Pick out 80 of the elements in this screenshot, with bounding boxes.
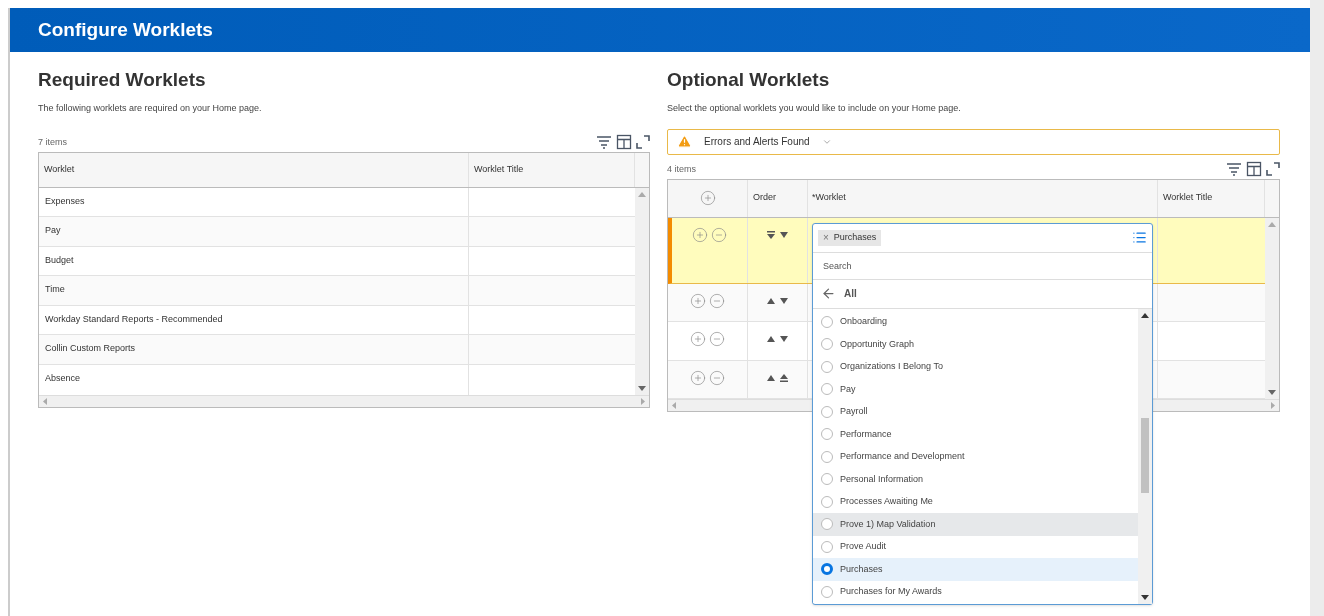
filter-icon[interactable] bbox=[596, 134, 612, 149]
radio-button[interactable] bbox=[821, 495, 833, 508]
move-bottom-icon[interactable] bbox=[779, 373, 789, 382]
add-row-icon[interactable] bbox=[690, 292, 706, 309]
radio-button[interactable] bbox=[821, 540, 833, 553]
radio-button[interactable] bbox=[821, 360, 833, 373]
list-icon[interactable] bbox=[1132, 230, 1147, 245]
alert-text: Errors and Alerts Found bbox=[704, 135, 810, 149]
section-title: Optional Worklets bbox=[667, 68, 831, 92]
section-description: The following worklets are required on your Home page. bbox=[38, 102, 263, 115]
filter-icon[interactable] bbox=[1226, 161, 1242, 176]
scroll-left-icon[interactable] bbox=[672, 402, 676, 409]
scroll-left-icon[interactable] bbox=[43, 397, 47, 405]
add-row-icon[interactable] bbox=[690, 369, 706, 386]
column-header: *Worklet bbox=[808, 179, 1158, 217]
scrollbar-thumb[interactable] bbox=[1141, 417, 1149, 493]
add-row-icon[interactable] bbox=[690, 331, 706, 347]
vertical-scrollbar[interactable] bbox=[1138, 308, 1152, 604]
table-cell: Absence bbox=[39, 365, 469, 395]
vertical-scrollbar[interactable] bbox=[1265, 217, 1279, 399]
radio-button[interactable] bbox=[821, 338, 833, 351]
move-up-icon[interactable] bbox=[766, 373, 776, 382]
fullscreen-icon[interactable] bbox=[1266, 161, 1280, 176]
table-cell: Budget bbox=[39, 246, 469, 276]
remove-row-icon[interactable] bbox=[709, 369, 725, 386]
option-item[interactable]: Prove 1) Map Validation bbox=[813, 513, 1138, 536]
radio-button[interactable] bbox=[821, 315, 833, 328]
radio-button[interactable] bbox=[821, 563, 833, 576]
selected-chip[interactable]: × Purchases bbox=[818, 229, 882, 246]
radio-button[interactable] bbox=[821, 405, 833, 418]
item-count: 7 items bbox=[38, 136, 67, 149]
item-count: 4 items bbox=[667, 163, 696, 176]
page-scrollbar[interactable] bbox=[1310, 0, 1324, 616]
radio-button[interactable] bbox=[821, 428, 833, 441]
remove-row-icon[interactable] bbox=[709, 331, 725, 347]
remove-row-icon[interactable] bbox=[711, 226, 727, 243]
selected-values-field[interactable]: × Purchases bbox=[813, 223, 1152, 253]
table-cell: Time bbox=[39, 276, 469, 305]
add-row-icon[interactable] bbox=[692, 226, 708, 243]
warning-icon bbox=[677, 134, 692, 149]
scroll-down-icon[interactable] bbox=[1141, 594, 1149, 600]
move-down-icon[interactable] bbox=[779, 230, 789, 239]
radio-button[interactable] bbox=[821, 518, 833, 531]
column-header: Worklet bbox=[39, 152, 469, 187]
option-item[interactable]: Purchases bbox=[813, 558, 1138, 581]
columns-icon[interactable] bbox=[1246, 160, 1262, 177]
page-title: Configure Worklets bbox=[38, 17, 213, 42]
table-cell: Pay bbox=[39, 217, 469, 246]
scroll-right-icon[interactable] bbox=[1271, 402, 1275, 409]
chip-remove[interactable]: × bbox=[823, 230, 829, 245]
radio-button[interactable] bbox=[821, 585, 833, 598]
chip-label: Purchases bbox=[833, 230, 877, 244]
vertical-scrollbar[interactable] bbox=[635, 187, 649, 395]
scroll-right-icon[interactable] bbox=[641, 397, 645, 405]
columns-icon[interactable] bbox=[616, 133, 632, 150]
table-cell: Expenses bbox=[39, 187, 469, 217]
scroll-up-icon[interactable] bbox=[1141, 312, 1149, 318]
back-link[interactable]: All bbox=[813, 279, 1152, 309]
column-header: Order bbox=[748, 179, 808, 217]
table-cell: Workday Standard Reports - Recommended bbox=[39, 305, 469, 335]
column-header: Worklet Title bbox=[469, 152, 635, 187]
section-description: Select the optional worklets you would like to include on your Home page. bbox=[667, 102, 962, 115]
remove-row-icon[interactable] bbox=[709, 292, 725, 309]
radio-button[interactable] bbox=[821, 450, 833, 463]
move-up-icon[interactable] bbox=[766, 335, 776, 343]
move-up-icon[interactable] bbox=[766, 296, 776, 305]
fullscreen-icon[interactable] bbox=[636, 134, 650, 149]
table-cell: Collin Custom Reports bbox=[39, 335, 469, 365]
scroll-down-icon[interactable] bbox=[638, 385, 646, 391]
alert-banner[interactable]: Errors and Alerts Found bbox=[667, 128, 1280, 155]
scroll-down-icon[interactable] bbox=[1268, 390, 1276, 395]
search-field[interactable]: Search bbox=[813, 252, 1152, 280]
add-row-icon[interactable] bbox=[699, 190, 716, 206]
section-title: Required Worklets bbox=[38, 68, 207, 92]
move-top-icon[interactable] bbox=[766, 230, 776, 239]
radio-button[interactable] bbox=[821, 473, 833, 486]
move-down-icon[interactable] bbox=[779, 335, 789, 343]
column-header: Worklet Title bbox=[1158, 179, 1265, 217]
radio-button[interactable] bbox=[821, 383, 833, 396]
move-down-icon[interactable] bbox=[779, 296, 789, 305]
